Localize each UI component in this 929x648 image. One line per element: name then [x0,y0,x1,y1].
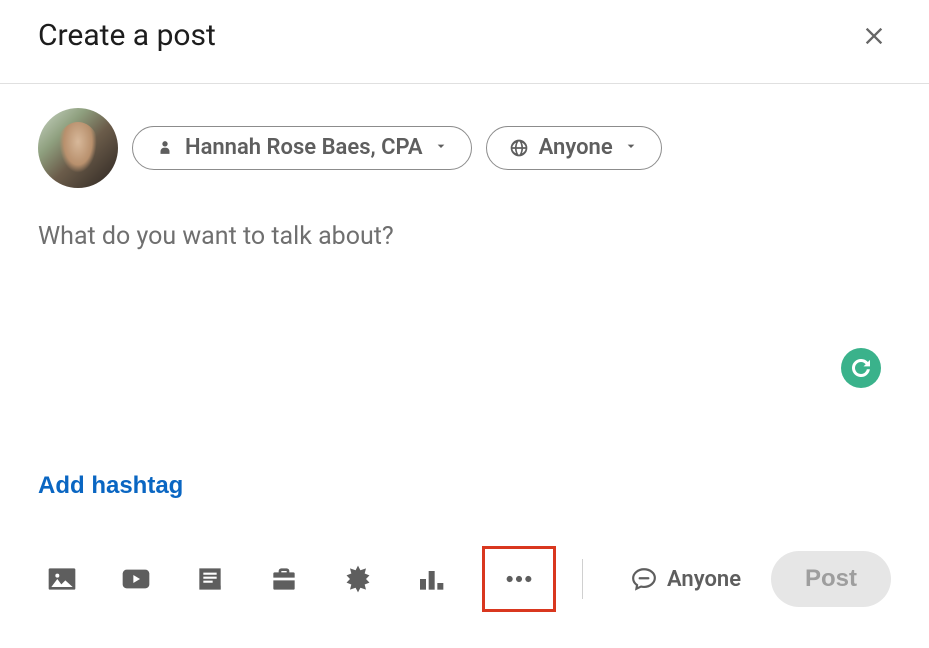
visibility-label: Anyone [539,137,613,159]
photo-icon [46,563,78,595]
hashtag-row: Add hashtag [38,472,891,500]
post-submit-button[interactable]: Post [771,551,891,607]
document-icon [194,563,226,595]
more-highlight-box [482,546,556,612]
video-icon [120,563,152,595]
post-as-selector[interactable]: Hannah Rose Baes, CPA [132,126,472,170]
add-hashtag-button[interactable]: Add hashtag [38,472,183,500]
modal-footer: Anyone Post [0,534,929,648]
person-icon [155,138,175,158]
globe-icon [509,138,529,158]
caret-down-icon [433,137,449,159]
grammarly-badge[interactable] [841,348,881,388]
create-post-modal: Create a post Hannah Rose Baes, CPA A [0,0,929,648]
post-composer[interactable]: What do you want to talk about? [38,222,891,372]
post-as-label: Hannah Rose Baes, CPA [185,137,423,159]
comment-icon [631,566,657,592]
more-icon [503,563,535,595]
divider [582,559,583,599]
visibility-selector[interactable]: Anyone [486,126,662,170]
create-poll-button[interactable] [408,555,456,603]
add-photo-button[interactable] [38,555,86,603]
comment-control-button[interactable]: Anyone [631,566,741,592]
comment-control-label: Anyone [667,567,741,592]
modal-header: Create a post [0,0,929,84]
avatar [38,108,118,188]
celebrate-button[interactable] [334,555,382,603]
briefcase-icon [268,563,300,595]
add-video-button[interactable] [112,555,160,603]
modal-body: Hannah Rose Baes, CPA Anyone What do you… [0,84,929,534]
starburst-icon [342,563,374,595]
more-options-button[interactable] [495,555,543,603]
close-icon [860,22,888,50]
modal-title: Create a post [38,18,216,53]
add-document-button[interactable] [186,555,234,603]
grammarly-icon [849,356,873,380]
add-job-button[interactable] [260,555,308,603]
author-row: Hannah Rose Baes, CPA Anyone [38,108,891,188]
caret-down-icon [623,137,639,159]
poll-icon [416,563,448,595]
close-button[interactable] [857,19,891,53]
